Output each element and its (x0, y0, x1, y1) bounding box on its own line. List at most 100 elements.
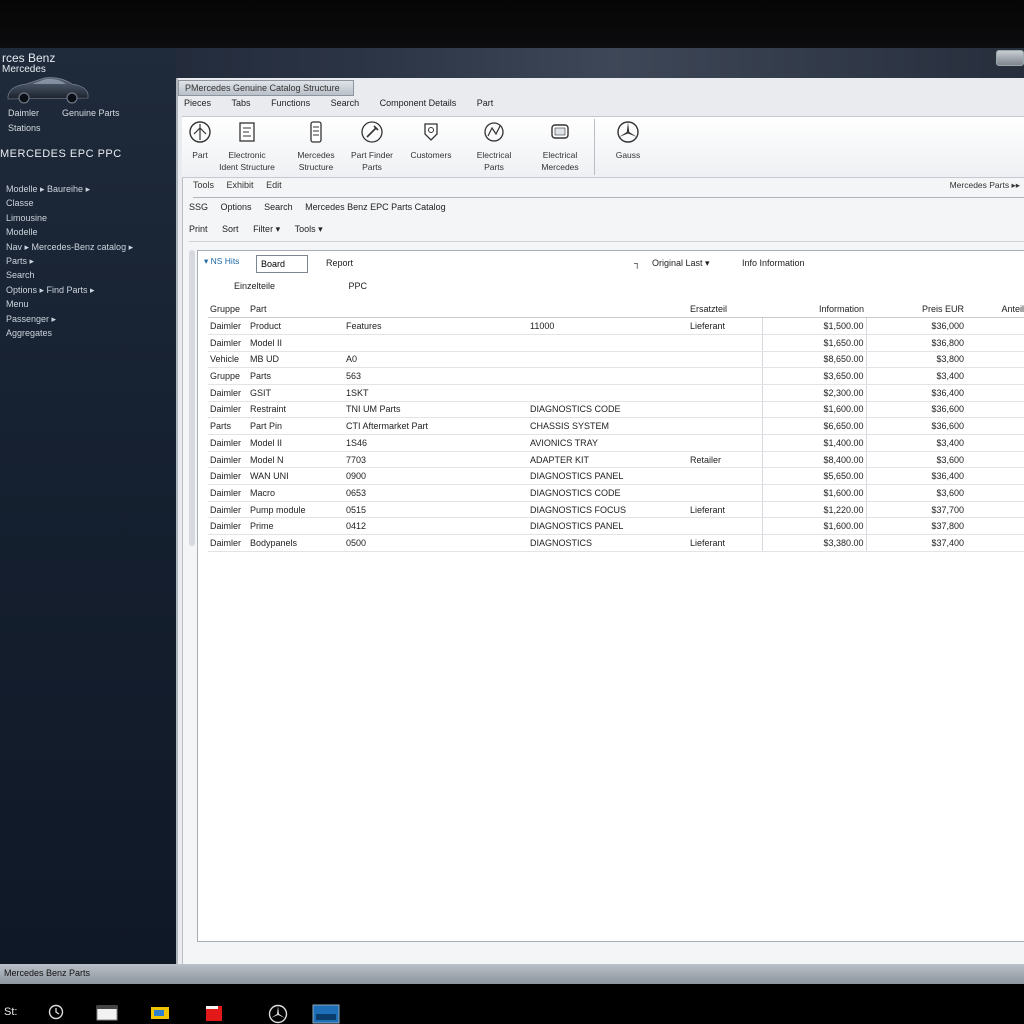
table-row[interactable]: Daimler Product Features 11000 Lieferant $1,5… (208, 317, 1024, 335)
search-input[interactable] (256, 255, 308, 273)
col-header-price[interactable]: Preis EUR (866, 301, 966, 319)
ribbon-electrical-mercedes-button[interactable]: Electrical Mercedes (532, 120, 588, 173)
ribbon-part-button[interactable]: Part (184, 120, 216, 161)
toolbar-ssg-button[interactable]: SSG (189, 202, 208, 212)
ribbon-part-label: Part (192, 150, 208, 160)
table-row[interactable]: Daimler Macro 0653 DIAGNOSTICS CODE $1,600.0… (208, 484, 1024, 502)
sidebar-item-options[interactable]: Options ▸ Find Parts ▸ (6, 285, 176, 299)
sidebar-item-models-2[interactable]: Modelle (6, 227, 176, 241)
table-cell-col-1: Product (248, 317, 344, 335)
ribbon-toolbar: Part Electronic Ident Structure Mercedes… (182, 116, 1024, 178)
menu-search[interactable]: Search (331, 98, 360, 108)
sidebar-item-models[interactable]: Modelle ▸ Baureihe ▸ (6, 184, 176, 198)
table-cell-col-0: Daimler (208, 384, 248, 402)
col-header-share[interactable]: Anteil (966, 301, 1024, 319)
sidebar-item-catalog[interactable]: Nav ▸ Mercedes-Benz catalog ▸ (6, 242, 176, 256)
vertical-scrollbar[interactable] (189, 250, 195, 546)
table-cell-col-7 (966, 401, 1024, 419)
table-cell-col-2: Features (344, 317, 528, 335)
tab-exhibit[interactable]: Exhibit (227, 180, 254, 190)
sidebar-item-menu[interactable]: Menu (6, 299, 176, 313)
sidebar-item-class[interactable]: Classe (6, 198, 176, 212)
table-row[interactable]: Daimler Prime 0412 DIAGNOSTICS PANEL $1,600.… (208, 517, 1024, 536)
menu-tabs[interactable]: Tabs (232, 98, 251, 108)
table-cell-col-2: 7703 (344, 451, 528, 469)
ribbon-customers-button[interactable]: Customers (406, 120, 456, 161)
toolbar-print-button[interactable]: Print (189, 224, 208, 234)
col-header-detail[interactable] (528, 301, 688, 319)
table-row[interactable]: Gruppe Parts 563 $3,650.00 $3,400 (208, 367, 1024, 385)
filter-checkbox[interactable]: ┐ (634, 258, 640, 268)
menu-component-details[interactable]: Component Details (380, 98, 457, 108)
sidebar-item-parts[interactable]: Parts ▸ (6, 256, 176, 270)
table-row[interactable]: Daimler Restraint TNI UM Parts DIAGNOSTICS … (208, 401, 1024, 419)
taskbar-window-icon[interactable] (96, 1004, 118, 1022)
sidebar-item-sedan[interactable]: Limousine (6, 213, 176, 227)
table-cell-col-3: DIAGNOSTICS PANEL (528, 467, 688, 486)
ribbon-gauss-button[interactable]: Gauss (604, 120, 652, 161)
menu-part[interactable]: Part (477, 98, 494, 108)
ribbon-electrical-parts-sublabel: Parts (484, 162, 504, 172)
toolbar-tools-dropdown[interactable]: Tools ▾ (295, 224, 323, 235)
table-row[interactable]: Daimler WAN UNI 0900 DIAGNOSTICS PANEL $5,65… (208, 467, 1024, 486)
table-cell-col-5: $1,600.00 (761, 401, 866, 419)
taskbar-mercedes-icon[interactable] (268, 1004, 288, 1024)
parts-table-body: Daimler Product Features 11000 Lieferant $1,5… (208, 317, 1024, 552)
toolbar-search-button[interactable]: Search (264, 202, 293, 212)
ribbon-structure-label: Mercedes (297, 150, 335, 160)
table-row[interactable]: Daimler Bodypanels 0500 DIAGNOSTICS Lieferan… (208, 534, 1024, 552)
table-cell-col-1: Part Pin (248, 417, 344, 435)
tab-edit[interactable]: Edit (266, 180, 282, 190)
tab-tools[interactable]: Tools (193, 180, 214, 190)
ribbon-electrical-parts-button[interactable]: Electrical Parts (468, 120, 520, 173)
table-row[interactable]: Daimler Model II 1S46 AVIONICS TRAY $1,400.0… (208, 434, 1024, 452)
table-row[interactable]: Parts Part Pin CTI Aftermarket Part CHASSIS… (208, 417, 1024, 435)
ribbon-electronic-sublabel: Ident Structure (219, 162, 275, 172)
toolbar-filter-dropdown[interactable]: Filter ▾ (253, 224, 280, 235)
taskbar-epc-icon[interactable] (312, 1004, 340, 1024)
ribbon-part-finder-button[interactable]: Part Finder Parts (348, 120, 396, 173)
toolbar-sort-button[interactable]: Sort (222, 224, 239, 234)
sidebar-item-passenger[interactable]: Passenger ▸ (6, 314, 176, 328)
table-cell-col-3: DIAGNOSTICS CODE (528, 401, 688, 419)
toolbar-options-button[interactable]: Options (221, 202, 252, 212)
col-header-ersatzteil[interactable]: Ersatzteil (688, 301, 762, 319)
table-row[interactable]: Vehicle MB UD A0 $8,650.00 $3,800 (208, 351, 1024, 369)
table-cell-col-3: DIAGNOSTICS FOCUS (528, 501, 688, 519)
table-cell-col-0: Parts (208, 417, 248, 435)
sidebar-item-aggregates[interactable]: Aggregates (6, 328, 176, 342)
taskbar-folder-icon[interactable] (150, 1004, 170, 1020)
window-control-button[interactable] (996, 50, 1024, 66)
ribbon-structure-button[interactable]: Mercedes Structure (290, 120, 342, 173)
taskbar-clock-icon[interactable] (48, 1004, 64, 1020)
search-filter-chip[interactable]: ▾ NS Hits (204, 256, 239, 267)
menu-functions[interactable]: Functions (271, 98, 310, 108)
menu-pieces[interactable]: Pieces (184, 98, 211, 108)
col-header-desc[interactable] (344, 301, 528, 319)
table-cell-col-7 (966, 317, 1024, 335)
table-row[interactable]: Daimler Pump module 0515 DIAGNOSTICS FOCUS L… (208, 501, 1024, 519)
table-row[interactable]: Daimler Model II $1,650.00 $36,800 (208, 334, 1024, 352)
table-cell-col-6: $3,400 (865, 367, 966, 385)
table-cell-col-6: $3,600 (865, 451, 966, 469)
col-header-part[interactable]: Part (248, 301, 344, 319)
ribbon-electronic-button[interactable]: Electronic Ident Structure (218, 120, 276, 173)
table-row[interactable]: Daimler GSIT 1SKT $2,300.00 $36,400 (208, 384, 1024, 402)
original-last-dropdown[interactable]: Original Last ▾ (652, 258, 710, 269)
table-cell-col-5: $3,380.00 (761, 534, 866, 552)
table-cell-col-1: GSIT (248, 384, 344, 402)
mercedes-star-icon (617, 121, 639, 143)
info-information-dropdown[interactable]: Info Information (742, 258, 805, 268)
col-header-information[interactable]: Information (762, 301, 866, 319)
taskbar-app-red-icon[interactable] (204, 1004, 224, 1022)
taskbar-start-label[interactable]: St: (4, 1006, 17, 1018)
table-cell-col-1: Bodypanels (248, 534, 344, 552)
table-row[interactable]: Daimler Model N 7703 ADAPTER KIT Retailer $8,… (208, 451, 1024, 469)
sidebar-item-search[interactable]: Search (6, 270, 176, 284)
tab-catalog[interactable]: PMercedes Genuine Catalog Structure (178, 80, 354, 96)
table-cell-col-0: Vehicle (208, 351, 248, 369)
mercedes-parts-link[interactable]: Mercedes Parts ▸▸ (950, 180, 1020, 191)
table-cell-col-4 (688, 367, 762, 385)
table-cell-col-1: Prime (248, 517, 344, 536)
col-header-group[interactable]: Gruppe (208, 301, 248, 319)
